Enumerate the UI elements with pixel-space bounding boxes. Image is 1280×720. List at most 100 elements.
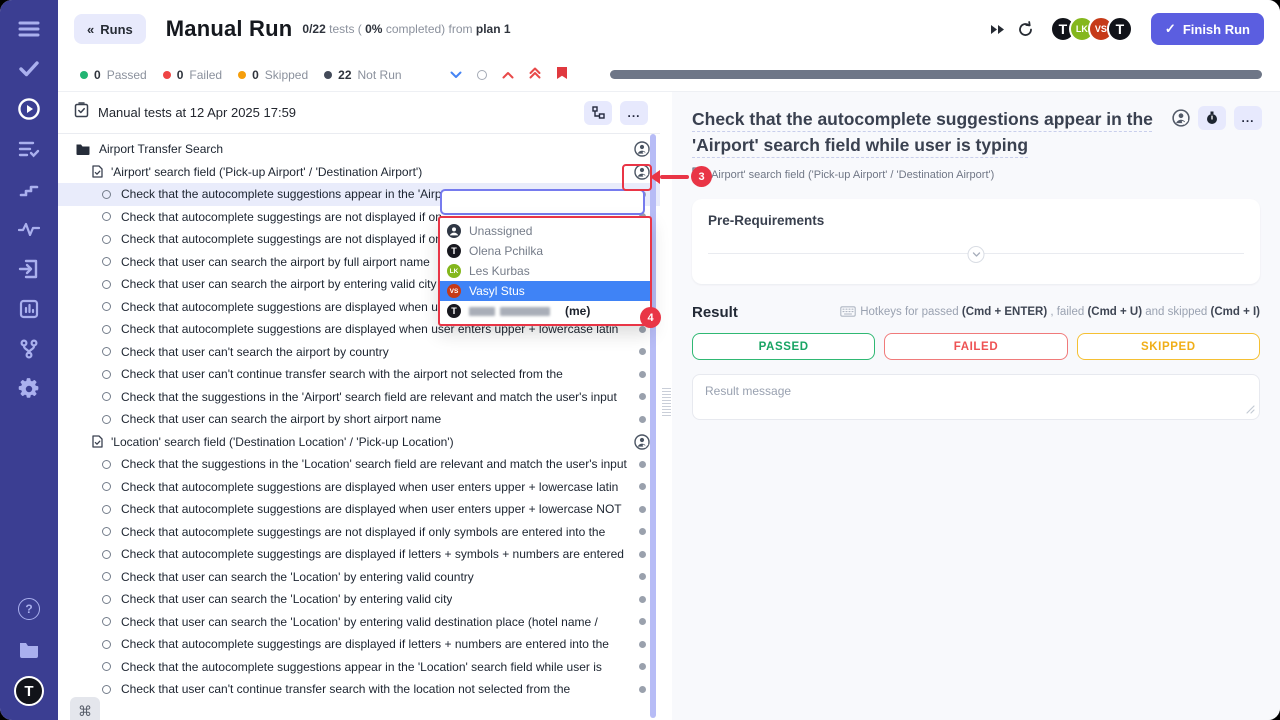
caret-up-icon[interactable]	[502, 68, 514, 82]
expand-chevron-icon[interactable]	[968, 246, 985, 263]
test-status-circle[interactable]	[102, 550, 111, 559]
assignee-option[interactable]: T Olena Pchilka	[440, 241, 650, 261]
tree-row[interactable]: Check that autocomplete suggestions are …	[58, 476, 660, 499]
assignee-option-label: Vasyl Stus	[469, 284, 525, 298]
test-status-circle[interactable]	[102, 280, 111, 289]
retry-timer-icon[interactable]	[1017, 21, 1034, 38]
chevron-down-icon[interactable]	[450, 68, 462, 82]
tree-row[interactable]: Check that user can't continue transfer …	[58, 363, 660, 386]
bookmark-icon[interactable]	[556, 66, 568, 83]
logo-avatar: T	[447, 244, 461, 258]
logo-avatar[interactable]: T	[14, 676, 44, 706]
test-status-circle[interactable]	[102, 190, 111, 199]
test-status-circle[interactable]	[102, 257, 111, 266]
breadcrumb[interactable]: 'Airport' search field ('Pick-up Airport…	[692, 167, 1260, 183]
branch-icon[interactable]	[16, 336, 42, 362]
test-status-circle[interactable]	[102, 347, 111, 356]
stopwatch-button[interactable]	[1198, 106, 1226, 130]
test-status-circle[interactable]	[102, 302, 111, 311]
more-options-button[interactable]: ...	[620, 101, 648, 125]
tree-row[interactable]: Check that autocomplete suggestings are …	[58, 633, 660, 656]
skipped-button[interactable]: SKIPPED	[1077, 333, 1260, 360]
panel-resize-handle[interactable]	[662, 388, 671, 418]
status-dot-icon	[639, 551, 646, 558]
test-detail-title[interactable]: Check that the autocomplete suggestions …	[692, 106, 1162, 158]
command-shortcut-button[interactable]: ⌘	[70, 697, 100, 720]
initials-avatar: VS	[447, 284, 461, 298]
failed-button[interactable]: FAILED	[884, 333, 1067, 360]
tree-row[interactable]: Airport Transfer Search	[58, 138, 660, 161]
fast-forward-icon[interactable]	[990, 24, 1005, 35]
tree-row[interactable]: Check that autocomplete suggestings are …	[58, 521, 660, 544]
test-status-circle[interactable]	[102, 212, 111, 221]
back-to-runs-button[interactable]: «Runs	[74, 14, 146, 44]
assignee-icon[interactable]	[1172, 109, 1190, 127]
tree-view-button[interactable]	[584, 101, 612, 125]
passed-button[interactable]: PASSED	[692, 333, 875, 360]
play-circle-icon[interactable]	[16, 96, 42, 122]
status-dot-icon	[639, 371, 646, 378]
more-options-button[interactable]: ...	[1234, 106, 1262, 130]
assignee-option[interactable]: T (me)	[440, 301, 650, 321]
tree-row[interactable]: Check that user can search the 'Location…	[58, 566, 660, 589]
annotation-step-badge: 4	[640, 307, 661, 328]
tree-row[interactable]: Check that user can't continue transfer …	[58, 678, 660, 701]
test-status-circle[interactable]	[102, 370, 111, 379]
test-status-circle[interactable]	[102, 325, 111, 334]
tree-row[interactable]: Check that autocomplete suggestions are …	[58, 498, 660, 521]
test-status-circle[interactable]	[102, 235, 111, 244]
tree-row-label: Check that autocomplete suggestings are …	[121, 232, 442, 246]
assignee-avatar-group[interactable]: TLKVST	[1050, 16, 1133, 42]
assignee-icon[interactable]	[634, 141, 650, 157]
assignee-option-label: Les Kurbas	[469, 264, 530, 278]
circle-icon[interactable]	[477, 70, 487, 80]
finish-run-button[interactable]: ✓Finish Run	[1151, 13, 1264, 45]
test-status-circle[interactable]	[102, 527, 111, 536]
assignee-option[interactable]: T VS Vasyl Stus	[440, 281, 650, 301]
tree-row[interactable]: 'Location' search field ('Destination Lo…	[58, 431, 660, 454]
checklist-icon[interactable]	[16, 136, 42, 162]
test-status-circle[interactable]	[102, 640, 111, 649]
red-dot-icon	[163, 71, 171, 79]
test-status-circle[interactable]	[102, 482, 111, 491]
help-icon[interactable]: ?	[18, 598, 40, 620]
tree-row[interactable]: Check that user can search the 'Location…	[58, 611, 660, 634]
test-status-circle[interactable]	[102, 505, 111, 514]
steps-icon[interactable]	[16, 176, 42, 202]
resize-grip-icon[interactable]	[1246, 401, 1255, 419]
settings-icon[interactable]	[16, 376, 42, 402]
status-dot-icon	[639, 573, 646, 580]
pulse-icon[interactable]	[16, 216, 42, 242]
avatar[interactable]: T	[1107, 16, 1133, 42]
tree-row[interactable]: Check that user can search the airport b…	[58, 408, 660, 431]
tree-row[interactable]: Check that user can't search the airport…	[58, 341, 660, 364]
tree-row[interactable]: Check that autocomplete suggestings are …	[58, 543, 660, 566]
analytics-icon[interactable]	[16, 296, 42, 322]
tree-row[interactable]: Check that the autocomplete suggestions …	[58, 656, 660, 679]
skipped-counter: 0Skipped	[238, 68, 308, 82]
test-status-circle[interactable]	[102, 617, 111, 626]
tree-row-label: Check that the suggestions in the 'Locat…	[121, 457, 627, 471]
test-status-circle[interactable]	[102, 415, 111, 424]
test-status-circle[interactable]	[102, 595, 111, 604]
test-status-circle[interactable]	[102, 392, 111, 401]
test-status-circle[interactable]	[102, 662, 111, 671]
test-status-circle[interactable]	[102, 460, 111, 469]
tree-row[interactable]: Check that the suggestions in the 'Locat…	[58, 453, 660, 476]
assignee-icon[interactable]	[634, 434, 650, 450]
assignee-search-input[interactable]	[440, 189, 645, 215]
projects-icon[interactable]	[16, 636, 42, 662]
test-status-circle[interactable]	[102, 685, 111, 694]
assignee-option[interactable]: T LK Les Kurbas	[440, 261, 650, 281]
tree-row-label: Check that user can search the airport b…	[121, 412, 441, 426]
result-message-input[interactable]	[692, 374, 1260, 420]
menu-icon[interactable]	[16, 16, 42, 42]
import-icon[interactable]	[16, 256, 42, 282]
tree-row[interactable]: 'Airport' search field ('Pick-up Airport…	[58, 161, 660, 184]
check-icon[interactable]	[16, 56, 42, 82]
tree-row[interactable]: Check that the suggestions in the 'Airpo…	[58, 386, 660, 409]
double-caret-up-icon[interactable]	[529, 67, 541, 82]
test-status-circle[interactable]	[102, 572, 111, 581]
tree-row[interactable]: Check that user can search the 'Location…	[58, 588, 660, 611]
assignee-option[interactable]: T Unassigned	[440, 221, 650, 241]
